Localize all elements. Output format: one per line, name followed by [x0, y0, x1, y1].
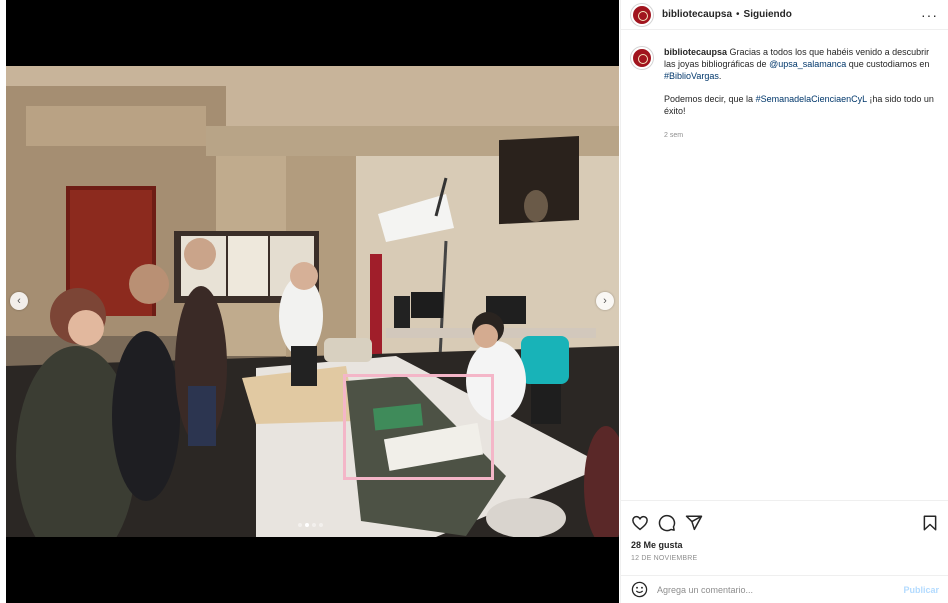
caption: bibliotecaupsa Gracias a todos los que h… — [621, 30, 948, 142]
action-icons — [621, 501, 948, 535]
comment-input[interactable] — [657, 584, 877, 595]
caption-paragraph-1: bibliotecaupsa Gracias a todos los que h… — [664, 46, 938, 82]
caption-text: Podemos decir, que la — [664, 94, 754, 104]
caption-text: . — [718, 71, 722, 81]
media-area: ‹ › — [6, 0, 619, 603]
comment-box: Publicar — [621, 575, 948, 603]
carousel-dot — [312, 523, 316, 527]
like-icon[interactable] — [631, 514, 649, 532]
header-separator: • — [736, 9, 740, 20]
save-icon[interactable] — [921, 514, 939, 532]
post-photo[interactable] — [6, 66, 619, 537]
following-button[interactable]: Siguiendo — [744, 9, 792, 20]
avatar[interactable] — [631, 3, 653, 26]
post-header: bibliotecaupsa • Siguiendo ··· — [621, 0, 948, 30]
caption-username[interactable]: bibliotecaupsa — [664, 47, 727, 57]
carousel-next-button[interactable]: › — [596, 292, 614, 310]
photo-illustration — [6, 66, 619, 537]
likes-count[interactable]: 28 Me gusta — [621, 535, 948, 550]
hashtag-link[interactable]: #SemanadelaCienciaenCyL — [756, 94, 867, 104]
more-options-icon[interactable]: ··· — [921, 7, 938, 23]
caption-body: bibliotecaupsa Gracias a todos los que h… — [664, 46, 938, 142]
caption-paragraph-2: Podemos decir, que la #SemanadelaCiencia… — [664, 93, 938, 117]
action-bar: 28 Me gusta 12 DE NOVIEMBRE — [621, 500, 948, 562]
caption-text: que custodiamos en — [848, 59, 930, 69]
header-username[interactable]: bibliotecaupsa — [662, 9, 732, 20]
caption-timestamp: 2 sem — [664, 132, 684, 139]
carousel-indicator — [298, 523, 323, 527]
carousel-dot — [298, 523, 302, 527]
tag-highlight-box[interactable] — [343, 374, 494, 480]
post-date: 12 DE NOVIEMBRE — [631, 555, 698, 562]
emoji-icon[interactable] — [631, 581, 648, 598]
publish-button[interactable]: Publicar — [903, 585, 939, 595]
carousel-prev-button[interactable]: ‹ — [10, 292, 28, 310]
carousel-dot — [319, 523, 323, 527]
mention-link[interactable]: @upsa_salamanca — [769, 59, 846, 69]
caption-avatar[interactable] — [631, 47, 653, 69]
comment-icon[interactable] — [658, 514, 676, 532]
instagram-post-view: ‹ › bibliotecaupsa • Siguiendo ··· bibli… — [0, 0, 948, 603]
post-side-panel: bibliotecaupsa • Siguiendo ··· bibliotec… — [620, 0, 948, 603]
hashtag-link[interactable]: #BiblioVargas — [664, 71, 719, 81]
share-icon[interactable] — [685, 514, 703, 532]
carousel-dot-active — [305, 523, 309, 527]
